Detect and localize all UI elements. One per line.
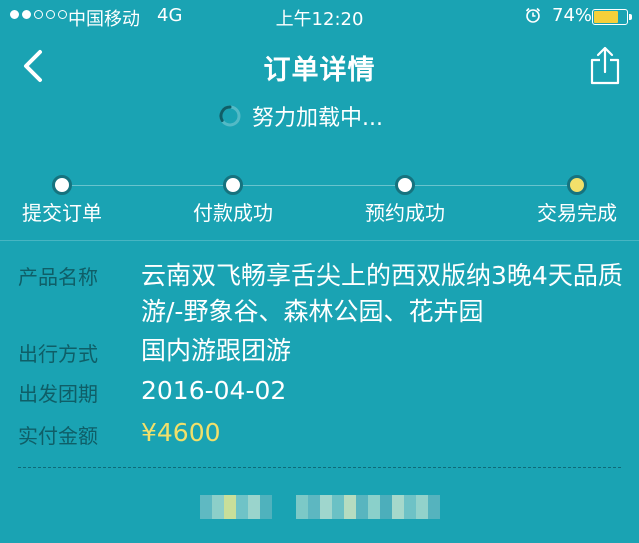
step-booking-success: 预约成功 xyxy=(335,175,475,226)
spinner-icon xyxy=(219,105,241,127)
step-dot xyxy=(223,175,243,195)
product-name-row: 产品名称 云南双飞畅享舌尖上的西双版纳3晚4天品质游/-野象谷、森林公园、花卉园 xyxy=(18,258,628,330)
battery-percent: 74% xyxy=(552,5,593,26)
step-dot xyxy=(52,175,72,195)
departure-date-label: 出发团期 xyxy=(18,382,98,406)
travel-mode-label: 出行方式 xyxy=(18,342,98,366)
battery-icon xyxy=(592,9,632,25)
product-name-value: 云南双飞畅享舌尖上的西双版纳3晚4天品质游/-野象谷、森林公园、花卉园 xyxy=(141,261,623,326)
blurred-footer-text xyxy=(296,495,440,519)
alarm-clock-icon xyxy=(525,7,541,23)
status-time: 上午12:20 xyxy=(275,9,364,30)
product-name-label: 产品名称 xyxy=(18,265,98,289)
step-label: 付款成功 xyxy=(193,201,273,225)
step-dot xyxy=(395,175,415,195)
step-transaction-complete: 交易完成 xyxy=(507,175,639,226)
amount-paid-value: ¥4600 xyxy=(141,418,221,447)
departure-date-value: 2016-04-02 xyxy=(141,376,287,405)
blurred-footer-text xyxy=(200,495,272,519)
loading-text: 努力加载中... xyxy=(252,106,383,131)
share-icon[interactable] xyxy=(588,44,622,86)
departure-date-row: 出发团期 2016-04-02 xyxy=(18,373,628,409)
step-payment-success: 付款成功 xyxy=(163,175,303,226)
travel-mode-value: 国内游跟团游 xyxy=(141,336,292,365)
status-bar: 中国移动 4G 上午12:20 74% xyxy=(0,0,639,34)
loading-indicator: 努力加载中... xyxy=(218,102,383,131)
dashed-divider xyxy=(18,467,621,468)
battery-level-fill xyxy=(594,11,618,23)
order-progress: 提交订单 付款成功 预约成功 交易完成 xyxy=(0,170,639,230)
section-divider xyxy=(0,240,639,241)
step-label: 提交订单 xyxy=(22,201,102,225)
step-label: 交易完成 xyxy=(537,201,617,225)
travel-mode-row: 出行方式 国内游跟团游 xyxy=(18,333,628,369)
step-label: 预约成功 xyxy=(365,201,445,225)
amount-paid-label: 实付金额 xyxy=(18,424,98,448)
progress-line xyxy=(62,185,577,186)
step-dot-current xyxy=(567,175,587,195)
step-submit-order: 提交订单 xyxy=(0,175,132,226)
page-title: 订单详情 xyxy=(263,55,376,86)
amount-paid-row: 实付金额 ¥4600 xyxy=(18,415,628,451)
